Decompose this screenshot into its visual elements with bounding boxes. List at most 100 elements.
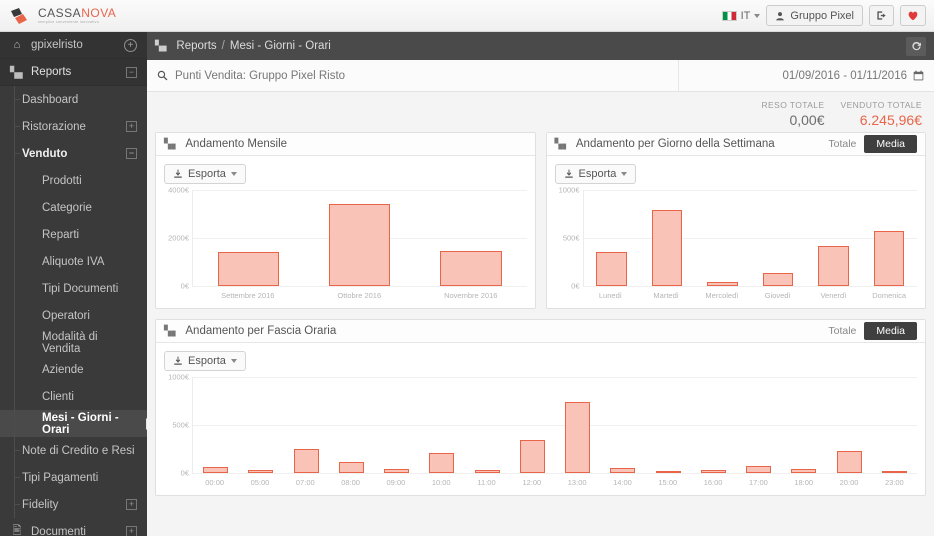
favorites-button[interactable] xyxy=(900,5,926,26)
chart-xtick-label: 10:00 xyxy=(431,478,451,487)
breadcrumb-root[interactable]: Reports xyxy=(176,40,216,52)
chart-weekday: 0€ 500€ 1000€ Lunedì Martedì Mercoledì Giovedì… xyxy=(555,186,918,300)
heart-icon xyxy=(908,11,918,21)
sidebar-item-categorie[interactable]: Categorie xyxy=(0,194,147,221)
chart-bar[interactable] xyxy=(248,469,274,473)
sidebar-item-label: Tipi Documenti xyxy=(42,282,119,295)
language-selector[interactable]: IT xyxy=(721,10,761,22)
calendar-icon xyxy=(913,70,924,81)
sidebar-item-dashboard[interactable]: Dashboard xyxy=(0,86,147,113)
chart-xtick-label: Giovedì xyxy=(764,291,791,300)
sidebar-item-clienti[interactable]: Clienti xyxy=(0,383,147,410)
sidebar-user-row[interactable]: ⌂ gpixelristo + xyxy=(0,32,147,59)
chart-bar[interactable] xyxy=(818,245,849,286)
plus-square-icon[interactable]: + xyxy=(126,121,137,132)
chart-bar[interactable] xyxy=(762,272,794,286)
sidebar-item-mesi-giorni-orari[interactable]: Mesi - Giorni - Orari xyxy=(0,410,147,437)
chart-bar[interactable] xyxy=(873,231,905,286)
minus-square-icon[interactable]: − xyxy=(126,66,137,78)
sidebar-item-tipi-pagamenti[interactable]: Tipi Pagamenti xyxy=(0,464,147,491)
toggle-media[interactable]: Media xyxy=(864,322,917,340)
brand-name-part2: NOVA xyxy=(81,5,117,20)
sidebar-user-label: gpixelristo xyxy=(31,39,83,51)
chart-bar[interactable] xyxy=(651,210,683,286)
export-button-weekday[interactable]: Esporta xyxy=(554,164,637,184)
sidebar-item-documenti[interactable]: 🖹 Documenti + xyxy=(0,518,147,536)
chart-bar[interactable] xyxy=(881,471,907,473)
export-button-monthly[interactable]: Esporta xyxy=(164,164,246,184)
chart-bar[interactable] xyxy=(203,467,229,473)
chart-bar-slot xyxy=(806,190,862,286)
brand-logo[interactable]: CASSANOVA semplice conveniente innovativ… xyxy=(0,7,116,25)
chart-bar[interactable] xyxy=(440,251,502,286)
plus-square-icon[interactable]: + xyxy=(126,499,137,510)
sidebar-item-aliquote-iva[interactable]: Aliquote IVA xyxy=(0,248,147,275)
chart-bar[interactable] xyxy=(218,252,280,286)
minus-square-icon[interactable]: − xyxy=(126,148,137,159)
sidebar-section-reports[interactable]: ▚▖ Reports − xyxy=(0,59,147,86)
caret-down-icon xyxy=(621,172,628,176)
sidebar-item-operatori[interactable]: Operatori xyxy=(0,302,147,329)
chart-bar-slot xyxy=(691,377,736,473)
sidebar-item-aziende[interactable]: Aziende xyxy=(0,356,147,383)
breadcrumb-separator: / xyxy=(221,40,225,52)
sidebar-item-tipi-documenti[interactable]: Tipi Documenti xyxy=(0,275,147,302)
chart-xtick-label: 15:00 xyxy=(658,478,678,487)
chart-bar[interactable] xyxy=(655,471,681,473)
chart-bar[interactable] xyxy=(707,282,738,286)
toggle-totale[interactable]: Totale xyxy=(820,323,864,339)
refresh-button[interactable] xyxy=(906,36,926,56)
chart-bar[interactable] xyxy=(519,440,545,473)
sidebar-item-label: Note di Credito e Resi xyxy=(22,444,135,457)
chart-bar[interactable] xyxy=(836,450,862,473)
sidebar-item-fidelity[interactable]: Fidelity + xyxy=(0,491,147,518)
sidebar-item-label: Operatori xyxy=(42,309,90,322)
chart-bar[interactable] xyxy=(329,204,391,286)
logout-button[interactable] xyxy=(869,5,894,26)
chart-bar[interactable] xyxy=(610,467,636,473)
sidebar-item-ristorazione[interactable]: Ristorazione + xyxy=(0,113,147,140)
sidebar-item-reparti[interactable]: Reparti xyxy=(0,221,147,248)
total-reso: RESO TOTALE 0,00€ xyxy=(762,100,825,128)
chevron-down-icon xyxy=(754,13,761,18)
chart-ytick-label: 500€ xyxy=(562,233,580,243)
chart-xtick-label: 09:00 xyxy=(386,478,406,487)
user-menu-button[interactable]: Gruppo Pixel xyxy=(766,5,863,26)
search-input[interactable]: Punti Vendita: Gruppo Pixel Risto xyxy=(147,60,679,91)
bar-chart-icon: ▚▖ xyxy=(554,138,570,150)
panel-title: Andamento per Giorno della Settimana xyxy=(575,138,775,150)
chart-bar[interactable] xyxy=(746,465,772,473)
chart-bar[interactable] xyxy=(791,468,817,473)
plus-circle-icon[interactable]: + xyxy=(124,38,137,52)
sidebar-section-label: Reports xyxy=(31,66,72,78)
chart-bar[interactable] xyxy=(596,252,627,286)
chart-x-axis: Lunedì Martedì Mercoledì Giovedì Venerdì Dome… xyxy=(582,286,917,300)
chart-bars xyxy=(584,190,918,286)
export-button-hourly[interactable]: Esporta xyxy=(164,351,246,371)
chart-bar-slot xyxy=(374,377,419,473)
chart-ytick-label: 0€ xyxy=(180,468,189,478)
sidebar-item-note-di-credito-e-resi[interactable]: Note di Credito e Resi xyxy=(0,437,147,464)
sidebar-item-label: Venduto xyxy=(22,147,68,160)
date-range-picker[interactable]: 01/09/2016 - 01/11/2016 xyxy=(679,70,934,82)
chart-bar[interactable] xyxy=(474,469,500,473)
chart-bar[interactable] xyxy=(384,469,410,473)
sidebar-item-venduto[interactable]: Venduto − xyxy=(0,140,147,167)
sidebar-item-modalit-di-vendita[interactable]: Modalità di Vendita xyxy=(0,329,147,356)
toggle-media[interactable]: Media xyxy=(864,135,917,153)
chart-bar[interactable] xyxy=(338,461,364,473)
caret-down-icon xyxy=(230,359,237,363)
chart-xtick-label: Ottobre 2016 xyxy=(337,291,382,300)
chart-bar[interactable] xyxy=(700,470,726,473)
plus-square-icon[interactable]: + xyxy=(126,526,137,536)
chart-bar[interactable] xyxy=(565,401,591,473)
chart-xtick-label: 12:00 xyxy=(522,478,542,487)
sidebar-item-prodotti[interactable]: Prodotti xyxy=(0,167,147,194)
diamond-logo-icon xyxy=(11,7,27,24)
toggle-totale[interactable]: Totale xyxy=(820,136,864,152)
chart-ytick-label: 1000€ xyxy=(168,372,189,382)
chart-xtick-label: Martedì xyxy=(653,291,679,300)
chart-bar[interactable] xyxy=(429,453,455,473)
chart-bar[interactable] xyxy=(293,449,319,473)
panel-andamento-mensile: ▚▖ Andamento Mensile Esporta 0€ 2000€ 40… xyxy=(155,132,536,309)
